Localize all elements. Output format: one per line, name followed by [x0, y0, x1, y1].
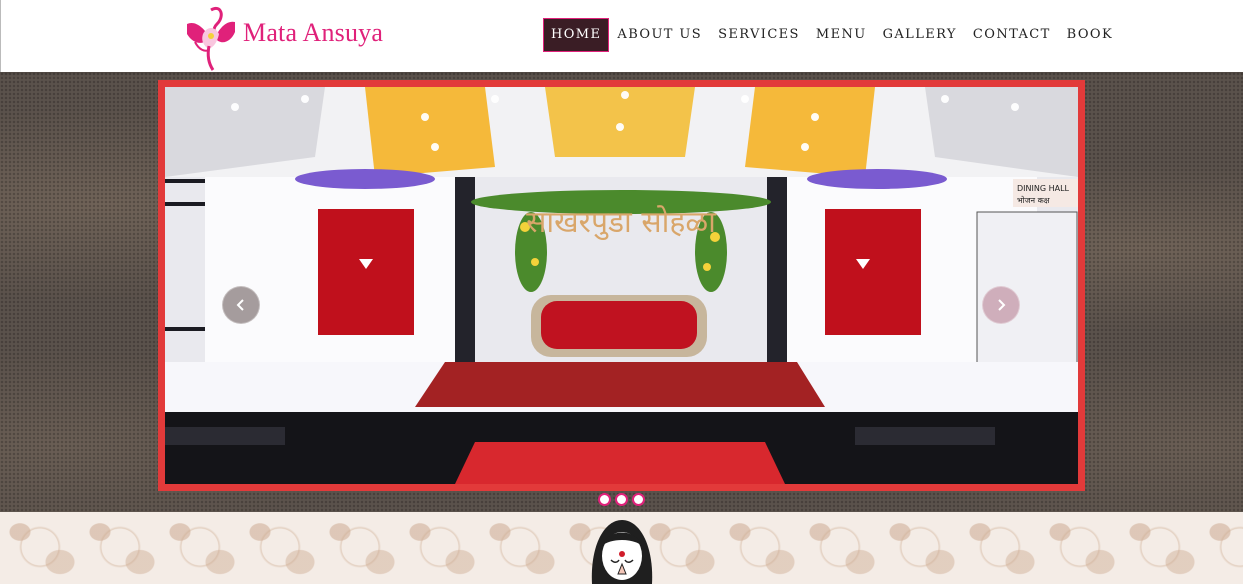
banquet-stage-photo: साखरपुडा सोहळा DINING HALL भोजन कक्ष [165, 87, 1078, 484]
dining-hall-sign-hindi: भोजन कक्ष [1017, 195, 1050, 205]
greeting-woman-illustration [591, 520, 653, 584]
nav-item-book[interactable]: BOOK [1059, 18, 1121, 52]
slider-dot-3[interactable] [632, 493, 645, 506]
slider-next-button[interactable] [982, 286, 1020, 324]
slider-pagination [598, 493, 645, 506]
nav-item-contact[interactable]: CONTACT [965, 18, 1059, 52]
nav-item-gallery[interactable]: GALLERY [875, 18, 965, 52]
slider-dot-1[interactable] [598, 493, 611, 506]
brand-logo[interactable]: Mata Ansuya [181, 2, 396, 72]
main-nav: HOME ABOUT US SERVICES MENU GALLERY CONT… [543, 18, 1121, 52]
slide-image: साखरपुडा सोहळा DINING HALL भोजन कक्ष [158, 80, 1085, 491]
nav-item-about-us[interactable]: ABOUT US [609, 18, 710, 52]
site-header: Mata Ansuya HOME ABOUT US SERVICES MENU … [0, 0, 1243, 72]
nav-item-services[interactable]: SERVICES [710, 18, 808, 52]
nav-item-home[interactable]: HOME [543, 18, 610, 52]
lotus-figure-icon [187, 7, 235, 71]
stage-sign-text: साखरपुडा सोहळा [526, 205, 717, 241]
slider-dot-2[interactable] [615, 493, 628, 506]
nav-item-menu[interactable]: MENU [808, 18, 875, 52]
chevron-left-icon [236, 299, 244, 311]
dining-hall-sign: DINING HALL [1017, 184, 1070, 193]
chevron-right-icon [998, 299, 1006, 311]
brand-name: Mata Ansuya [243, 18, 384, 47]
slider-prev-button[interactable] [222, 286, 260, 324]
